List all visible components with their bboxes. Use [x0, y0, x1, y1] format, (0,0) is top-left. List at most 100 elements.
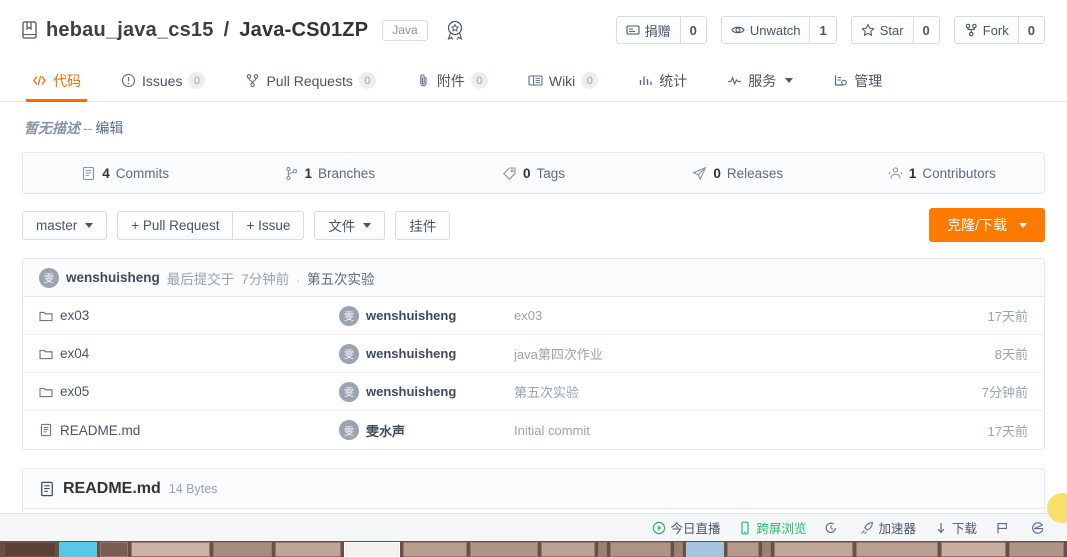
last-commit-meta: 最后提交于: [166, 271, 235, 287]
tab-wiki[interactable]: Wiki 0: [514, 60, 612, 101]
file-author[interactable]: wenshuisheng: [366, 346, 456, 361]
file-commit-time: 17天前: [987, 309, 1028, 324]
file-icon: [39, 423, 53, 437]
new-pull-request-button[interactable]: + Pull Request: [117, 210, 234, 240]
status-cross-screen[interactable]: 跨屏浏览: [738, 518, 806, 537]
branch-selector[interactable]: master: [22, 210, 108, 240]
table-row[interactable]: ex03 雯 wenshuisheng ex03 17天前: [23, 297, 1044, 335]
tab-issues[interactable]: Issues 0: [107, 60, 219, 101]
donate-button-group[interactable]: 捐赠 0: [615, 16, 707, 44]
repo-description-row: 暂无描述 -- 编辑: [22, 102, 1045, 152]
star-count[interactable]: 0: [912, 17, 939, 43]
file-commit-message[interactable]: ex03: [514, 308, 988, 323]
file-commit-time: 17天前: [987, 423, 1028, 439]
watch-button-group[interactable]: Unwatch 1: [720, 16, 837, 44]
file-commit-message[interactable]: java第四次作业: [514, 344, 995, 363]
stats-icon: [638, 73, 653, 88]
file-name[interactable]: README.md: [60, 423, 140, 438]
tag-icon: [502, 166, 517, 181]
file-name-cell[interactable]: ex05: [39, 384, 339, 399]
browser-e-icon: [1031, 521, 1045, 535]
file-author[interactable]: 雯水声: [366, 421, 405, 440]
tab-pull-requests-count: 0: [358, 72, 376, 89]
fork-button-group[interactable]: Fork 0: [953, 16, 1045, 44]
stat-branches[interactable]: 1 Branches: [227, 166, 431, 181]
stat-contributors-label: Contributors: [922, 165, 996, 181]
stat-releases[interactable]: 0 Releases: [636, 166, 840, 181]
status-browser-engine[interactable]: [1031, 521, 1049, 535]
commit-icon: [81, 166, 96, 181]
edit-description-link[interactable]: 编辑: [95, 120, 123, 136]
table-row[interactable]: ex04 雯 wenshuisheng java第四次作业 8天前: [23, 335, 1044, 373]
manage-icon: [833, 73, 848, 88]
status-flag[interactable]: [995, 521, 1013, 535]
file-commit-message[interactable]: Initial commit: [514, 423, 988, 438]
wiki-icon: [528, 73, 543, 88]
tab-code[interactable]: 代码: [18, 60, 95, 102]
status-live-today[interactable]: 今日直播: [652, 518, 720, 537]
avatar[interactable]: 雯: [339, 381, 359, 402]
stat-commits[interactable]: 4 Commits: [23, 166, 227, 181]
status-download[interactable]: 下载: [934, 518, 977, 537]
star-button-group[interactable]: Star 0: [850, 16, 940, 44]
files-menu-button[interactable]: 文件: [314, 210, 386, 240]
notification-blob[interactable]: [1047, 493, 1067, 523]
fork-count[interactable]: 0: [1017, 17, 1044, 43]
eye-icon: [731, 23, 745, 37]
file-name[interactable]: ex04: [60, 346, 89, 361]
widget-button[interactable]: 挂件: [395, 210, 451, 240]
tab-statistics[interactable]: 统计: [624, 60, 701, 101]
last-commit-time: 7分钟前: [241, 271, 290, 287]
donate-button[interactable]: 捐赠: [616, 17, 680, 43]
stat-branches-value: 1: [304, 165, 313, 181]
avatar[interactable]: 雯: [39, 267, 59, 288]
description-dash: --: [83, 120, 93, 136]
file-name-cell[interactable]: README.md: [39, 423, 339, 438]
donate-icon: [626, 23, 640, 37]
last-commit-author[interactable]: wenshuisheng: [66, 270, 160, 285]
avatar[interactable]: 雯: [339, 343, 359, 364]
fork-button[interactable]: Fork: [954, 17, 1018, 43]
file-author[interactable]: wenshuisheng: [366, 384, 456, 399]
repo-stats-bar: 4 Commits 1 Branches 0 Tags 0 Releases 1…: [22, 152, 1045, 194]
avatar[interactable]: 雯: [339, 305, 359, 326]
watch-count[interactable]: 1: [809, 17, 836, 43]
branch-selector-label: master: [36, 217, 78, 233]
file-commit-message[interactable]: 第五次实验: [514, 382, 982, 401]
file-name[interactable]: ex03: [60, 308, 89, 323]
tab-manage[interactable]: 管理: [819, 60, 896, 101]
avatar[interactable]: 雯: [339, 420, 359, 440]
file-author-cell: 雯 wenshuisheng: [339, 343, 514, 364]
tab-services[interactable]: 服务: [713, 60, 807, 101]
repo-name-link[interactable]: Java-CS01ZP: [239, 19, 368, 42]
repo-owner-link[interactable]: hebau_java_cs15: [46, 19, 214, 42]
file-name[interactable]: ex05: [60, 384, 89, 399]
file-author[interactable]: wenshuisheng: [366, 308, 456, 323]
status-accelerator[interactable]: 加速器: [860, 518, 916, 537]
status-history[interactable]: [824, 521, 842, 535]
tab-issues-count: 0: [188, 72, 206, 89]
stat-tags[interactable]: 0 Tags: [431, 166, 635, 181]
last-commit-message[interactable]: 第五次实验: [307, 268, 375, 288]
table-row[interactable]: ex05 雯 wenshuisheng 第五次实验 7分钟前: [23, 373, 1044, 411]
star-button[interactable]: Star: [851, 17, 913, 43]
tab-pull-requests[interactable]: Pull Requests 0: [231, 60, 389, 101]
pull-request-icon: [245, 73, 260, 88]
new-issue-button[interactable]: + Issue: [232, 210, 305, 240]
star-icon: [860, 23, 875, 37]
file-name-cell[interactable]: ex03: [39, 308, 339, 323]
clone-download-button[interactable]: 克隆/下载: [929, 208, 1045, 242]
file-name-cell[interactable]: ex04: [39, 346, 339, 361]
unwatch-button[interactable]: Unwatch: [721, 17, 810, 43]
flag-icon: [995, 521, 1009, 535]
stat-contributors[interactable]: 1 Contributors: [840, 166, 1044, 181]
stat-contributors-value: 1: [908, 165, 917, 181]
file-commit-time: 7分钟前: [981, 385, 1028, 400]
files-menu-label: 文件: [328, 219, 356, 234]
folder-icon: [39, 309, 53, 323]
donate-count[interactable]: 0: [679, 17, 706, 43]
branch-icon: [284, 166, 299, 181]
repo-title: hebau_java_cs15 / Java-CS01ZP Java: [22, 19, 466, 42]
table-row[interactable]: README.md 雯 雯水声 Initial commit 17天前: [23, 411, 1044, 449]
tab-attachments[interactable]: 附件 0: [402, 60, 502, 101]
